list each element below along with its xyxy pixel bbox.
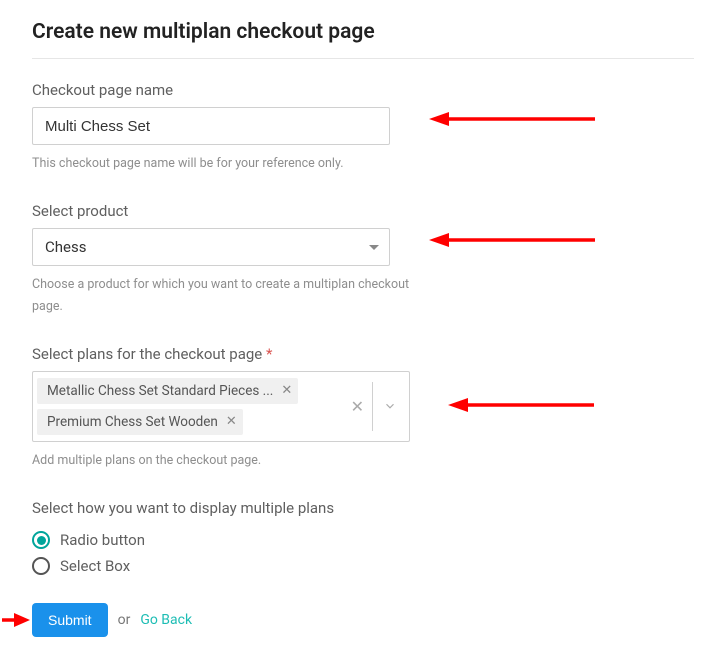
radio-icon[interactable]	[32, 557, 50, 575]
plan-tag: Metallic Chess Set Standard Pieces ... ✕	[37, 378, 298, 404]
close-icon[interactable]: ✕	[281, 384, 292, 397]
or-text: or	[118, 612, 131, 628]
plans-tags-container: Metallic Chess Set Standard Pieces ... ✕…	[33, 372, 341, 441]
arrow-annotation-icon	[427, 230, 597, 250]
go-back-link[interactable]: Go Back	[140, 612, 192, 628]
plan-tag-label: Premium Chess Set Wooden	[47, 414, 218, 430]
radio-icon[interactable]	[32, 531, 50, 549]
display-label: Select how you want to display multiple …	[32, 499, 694, 517]
product-select-value: Chess	[45, 238, 86, 256]
required-asterisk: *	[266, 345, 272, 363]
checkout-name-input[interactable]	[32, 107, 390, 145]
caret-down-icon	[369, 245, 379, 250]
clear-all-icon[interactable]: ✕	[345, 393, 370, 420]
field-checkout-name: Checkout page name This checkout page na…	[32, 81, 694, 174]
plans-help: Add multiple plans on the checkout page.	[32, 450, 412, 471]
product-help: Choose a product for which you want to c…	[32, 274, 412, 317]
checkout-name-label: Checkout page name	[32, 81, 694, 99]
field-select-product: Select product Chess Choose a product fo…	[32, 202, 694, 317]
page-title: Create new multiplan checkout page	[32, 20, 694, 44]
arrow-annotation-icon	[446, 395, 596, 415]
arrow-annotation-icon	[2, 611, 32, 629]
submit-button[interactable]: Submit	[32, 603, 108, 637]
arrow-annotation-icon	[427, 109, 597, 129]
plans-controls: ✕	[341, 372, 409, 441]
divider	[32, 58, 694, 59]
product-label: Select product	[32, 202, 694, 220]
close-icon[interactable]: ✕	[226, 415, 237, 428]
vertical-divider	[372, 382, 373, 431]
plans-label: Select plans for the checkout page *	[32, 345, 694, 363]
field-display-mode: Select how you want to display multiple …	[32, 499, 694, 575]
field-select-plans: Select plans for the checkout page * Met…	[32, 345, 694, 471]
plans-multiselect[interactable]: Metallic Chess Set Standard Pieces ... ✕…	[32, 371, 410, 442]
plan-tag: Premium Chess Set Wooden ✕	[37, 409, 243, 435]
radio-option-select-box[interactable]: Select Box	[32, 557, 694, 575]
actions-row: Submit or Go Back	[32, 603, 694, 637]
radio-option-label: Select Box	[60, 557, 130, 575]
plan-tag-label: Metallic Chess Set Standard Pieces ...	[47, 383, 273, 399]
chevron-down-icon[interactable]	[375, 395, 401, 417]
radio-option-label: Radio button	[60, 531, 145, 549]
plans-label-text: Select plans for the checkout page	[32, 345, 262, 363]
checkout-name-help: This checkout page name will be for your…	[32, 153, 412, 174]
radio-option-radio-button[interactable]: Radio button	[32, 531, 694, 549]
radio-inner-dot	[37, 536, 46, 545]
product-select[interactable]: Chess	[32, 228, 390, 266]
